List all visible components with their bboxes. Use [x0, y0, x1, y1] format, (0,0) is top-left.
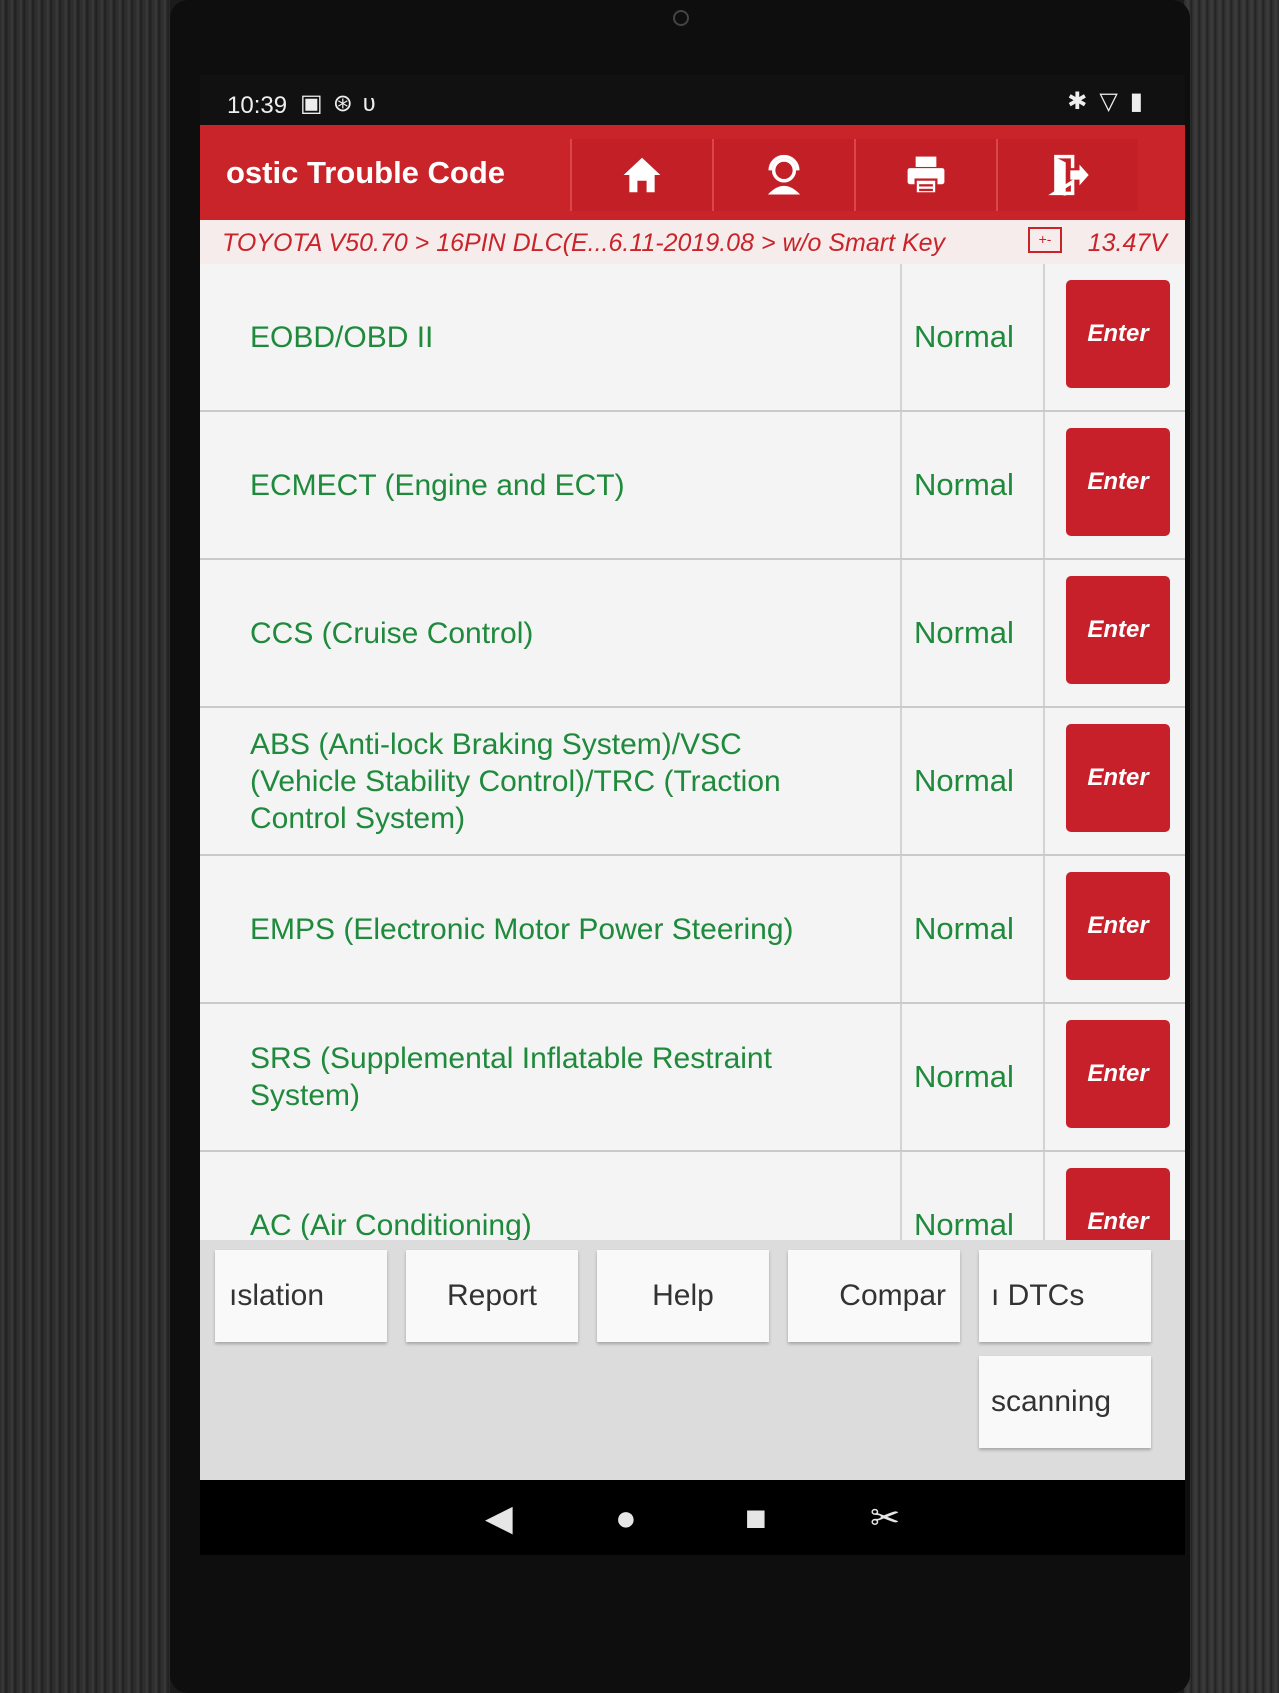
back-icon[interactable]: ◀	[485, 1497, 513, 1539]
help-button[interactable]: Help	[597, 1250, 769, 1342]
report-button[interactable]: Report	[406, 1250, 578, 1342]
compare-button[interactable]: Compar	[788, 1250, 960, 1342]
home-icon	[623, 157, 661, 193]
printer-icon	[907, 156, 945, 195]
page-title: ostic Trouble Code	[226, 155, 506, 190]
image-icon: ▣	[300, 90, 333, 117]
bluetooth-settings-icon: ⊛	[332, 90, 363, 117]
breadcrumb-path: TOYOTA V50.70 > 16PIN DLC(E...6.11-2019.…	[222, 229, 946, 257]
app-header: ostic Trouble Code	[200, 125, 1185, 220]
system-status: Normal	[900, 412, 1045, 558]
recents-icon[interactable]: ■	[745, 1497, 767, 1539]
print-button[interactable]	[854, 139, 996, 211]
system-row: CCS (Cruise Control) Normal Enter	[200, 560, 1185, 708]
camera-icon	[673, 10, 689, 26]
system-name: ECMECT (Engine and ECT)	[250, 468, 625, 502]
screenshot-icon[interactable]: ✂	[870, 1497, 900, 1539]
system-status: Normal	[900, 1004, 1045, 1150]
exit-icon	[1048, 154, 1089, 196]
home-circle-icon[interactable]: ●	[615, 1497, 637, 1539]
battery-icon: ▮	[1129, 88, 1155, 115]
enter-button[interactable]: Enter	[1066, 428, 1170, 536]
exit-button[interactable]	[996, 139, 1138, 211]
scanning-button[interactable]: scanning	[979, 1356, 1151, 1448]
bottom-toolbar: ıslation Report Help Compar ı DTCs scann…	[200, 1240, 1185, 1480]
status-right-icons: ✱▽▮	[1067, 87, 1155, 116]
system-row: ECMECT (Engine and ECT) Normal Enter	[200, 412, 1185, 560]
home-button[interactable]	[570, 139, 712, 211]
enter-button[interactable]: Enter	[1066, 280, 1170, 388]
system-name: SRS (Supplemental Inflatable Restraint S…	[250, 1042, 772, 1112]
enter-button[interactable]: Enter	[1066, 1020, 1170, 1128]
system-status: Normal	[900, 708, 1045, 854]
status-left-icons: ▣⊛ʋ	[300, 89, 386, 118]
device-case-right	[1184, 0, 1279, 1693]
device-case-left	[0, 0, 170, 1693]
enter-button[interactable]: Enter	[1066, 724, 1170, 832]
breadcrumb: TOYOTA V50.70 > 16PIN DLC(E...6.11-2019.…	[200, 220, 1185, 264]
system-name: CCS (Cruise Control)	[250, 616, 534, 650]
system-name: ABS (Anti-lock Braking System)/VSC (Vehi…	[250, 727, 781, 835]
battery-voltage: 13.47V	[1087, 229, 1167, 257]
system-row: EMPS (Electronic Motor Power Steering) N…	[200, 856, 1185, 1004]
system-row: ABS (Anti-lock Braking System)/VSC (Vehi…	[200, 708, 1185, 856]
battery-voltage-icon: +-	[1028, 227, 1062, 253]
stethoscope-icon: ʋ	[362, 90, 386, 117]
bluetooth-icon: ✱	[1067, 88, 1100, 115]
enter-button[interactable]: Enter	[1066, 576, 1170, 684]
system-status: Normal	[900, 560, 1045, 706]
support-button[interactable]	[712, 139, 854, 211]
clear-dtcs-button[interactable]: ı DTCs	[979, 1250, 1151, 1342]
system-row: EOBD/OBD II Normal Enter	[200, 264, 1185, 412]
support-agent-icon	[767, 154, 801, 195]
status-time: 10:39	[227, 92, 288, 119]
enter-button[interactable]: Enter	[1066, 872, 1170, 980]
translation-button[interactable]: ıslation	[215, 1250, 387, 1342]
tablet-screen: 10:39 ▣⊛ʋ ✱▽▮ ostic Trouble Code TOYOTA …	[200, 75, 1185, 1555]
wifi-icon: ▽	[1099, 88, 1130, 115]
system-list: EOBD/OBD II Normal Enter ECMECT (Engine …	[200, 264, 1185, 1354]
navigation-bar: ◀ ● ■ ✂	[200, 1480, 1185, 1555]
system-status: Normal	[900, 264, 1045, 410]
system-name: EMPS (Electronic Motor Power Steering)	[250, 912, 794, 946]
status-bar: 10:39 ▣⊛ʋ ✱▽▮	[200, 75, 1185, 125]
system-name: EOBD/OBD II	[250, 320, 434, 354]
system-row: SRS (Supplemental Inflatable Restraint S…	[200, 1004, 1185, 1152]
system-status: Normal	[900, 856, 1045, 1002]
